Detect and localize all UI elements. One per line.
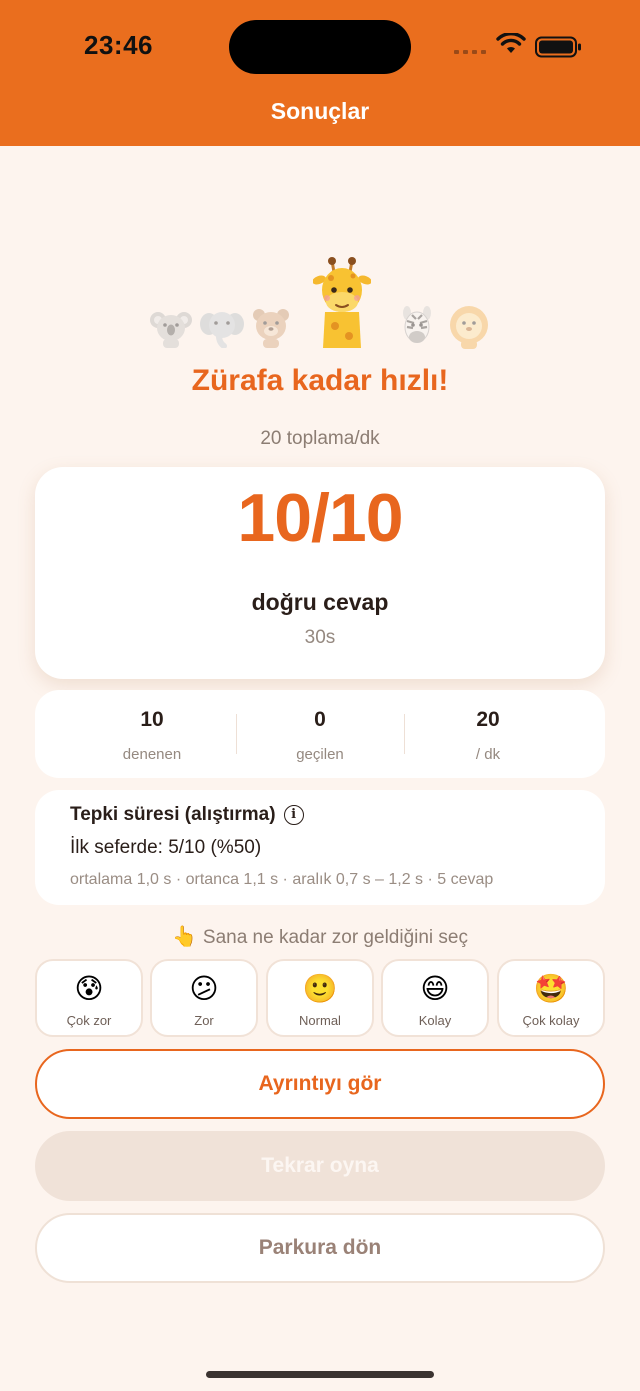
stat-attempted: 10 denenen — [68, 690, 236, 778]
difficulty-prompt-text: Sana ne kadar zor geldiğini seç — [202, 927, 468, 948]
koala-icon — [150, 312, 192, 348]
stats-card: 10 denenen 0 geçilen 20 / dk — [35, 690, 605, 778]
battery-icon — [535, 36, 581, 58]
animal-ranking — [0, 250, 640, 350]
elephant-icon — [200, 312, 244, 348]
dynamic-island — [229, 20, 411, 74]
score-card: 10/10 doğru cevap 30s — [35, 467, 605, 679]
info-icon[interactable]: i — [283, 805, 304, 825]
pointing-hand-icon: 👆 — [171, 926, 197, 948]
stat-value: 10 — [140, 708, 164, 731]
cellular-signal-icon — [454, 50, 486, 54]
bear-icon — [253, 309, 289, 348]
giraffe-icon — [313, 257, 371, 348]
back-to-course-button[interactable]: Parkura dön — [35, 1213, 605, 1283]
difficulty-label: Normal — [299, 1013, 341, 1028]
score-time: 30s — [304, 627, 336, 648]
first-try-stat: İlk seferde: 5/10 (%50) — [70, 837, 262, 858]
difficulty-normal-button[interactable]: 🙂 Normal — [266, 959, 374, 1037]
status-time: 23:46 — [84, 30, 153, 60]
rate-label: 20 toplama/dk — [260, 428, 380, 449]
stat-skipped: 0 geçilen — [236, 690, 404, 778]
difficulty-very-hard-button[interactable]: 😰 Çok zor — [35, 959, 143, 1037]
stat-label: denenen — [122, 746, 182, 763]
reaction-time-title-row: Tepki süresi (alıştırma) i — [70, 804, 304, 826]
difficulty-label: Çok zor — [66, 1013, 112, 1028]
stat-value: 0 — [314, 708, 326, 731]
difficulty-options: 😰 Çok zor 😕 Zor 🙂 Normal 😄 Kolay 🤩 Çok k… — [35, 959, 605, 1037]
view-details-button[interactable]: Ayrıntıyı gör — [35, 1049, 605, 1119]
difficulty-very-easy-button[interactable]: 🤩 Çok kolay — [497, 959, 605, 1037]
difficulty-label: Zor — [194, 1013, 214, 1028]
reaction-time-detail: ortalama 1,0 s · ortanca 1,1 s · aralık … — [70, 871, 494, 888]
smiling-face-icon: 🙂 — [302, 973, 338, 1004]
difficulty-hard-button[interactable]: 😕 Zor — [150, 959, 258, 1037]
anxious-face-icon: 😰 — [74, 973, 104, 1004]
reaction-time-title: Tepki süresi (alıştırma) — [70, 804, 276, 825]
difficulty-easy-button[interactable]: 😄 Kolay — [381, 959, 489, 1037]
reaction-time-card: Tepki süresi (alıştırma) i İlk seferde: … — [35, 790, 605, 905]
wifi-icon — [496, 33, 526, 53]
difficulty-prompt: 👆 Sana ne kadar zor geldiğini seç — [0, 924, 640, 949]
difficulty-label: Kolay — [418, 1013, 452, 1028]
replay-button[interactable]: Tekrar oyna — [35, 1131, 605, 1201]
stat-per-minute: 20 / dk — [404, 690, 572, 778]
zebra-icon — [403, 306, 431, 343]
stat-label: geçilen — [296, 746, 344, 763]
score-label: doğru cevap — [251, 589, 389, 615]
grinning-face-icon: 😄 — [420, 973, 450, 1004]
score-value: 10/10 — [237, 480, 403, 556]
page-title: Sonuçlar — [270, 98, 370, 124]
stat-value: 20 — [476, 708, 500, 731]
difficulty-label: Çok kolay — [522, 1013, 580, 1028]
star-struck-face-icon: 🤩 — [533, 973, 569, 1004]
confused-face-icon: 😕 — [189, 973, 219, 1004]
header-bar: 23:46 Sonuçlar — [0, 0, 640, 146]
home-indicator[interactable] — [206, 1371, 434, 1378]
lion-icon — [450, 306, 488, 349]
stat-label: / dk — [475, 746, 501, 763]
speed-level-title: Zürafa kadar hızlı! — [191, 364, 449, 397]
